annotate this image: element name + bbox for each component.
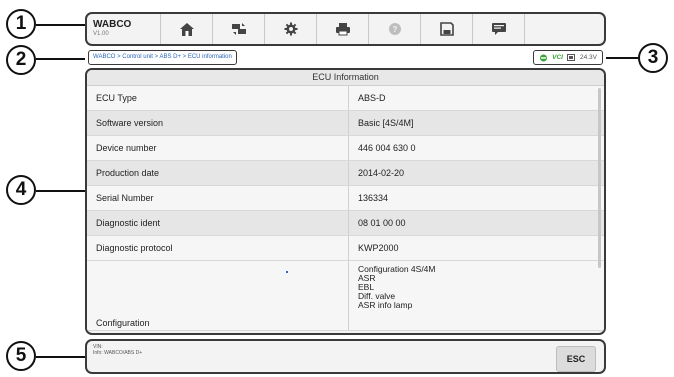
row-label: Serial Number [87, 186, 349, 210]
print-icon [335, 23, 350, 36]
battery-voltage: 24.3V [580, 54, 597, 61]
brand-version: V1.00 [93, 31, 109, 37]
callout-1-line [36, 24, 85, 26]
home-button[interactable] [161, 14, 213, 44]
row-label: Production date [87, 161, 349, 185]
callout-3-line [605, 57, 638, 59]
table-row: Software version Basic [4S/4M] [87, 111, 604, 136]
home-icon [179, 22, 194, 36]
callout-4: 4 [6, 175, 36, 205]
network-icon [540, 54, 548, 61]
battery-icon [567, 54, 575, 61]
row-value: KWP2000 [358, 243, 399, 253]
save-button[interactable] [421, 14, 473, 44]
callout-5: 5 [6, 341, 36, 371]
callout-5-line [36, 356, 85, 358]
data-log-button[interactable] [473, 14, 525, 44]
config-value: Configuration 4S/4M [358, 264, 436, 274]
callout-1: 1 [6, 9, 36, 39]
callout-3: 3 [638, 43, 668, 73]
svg-text:?: ? [392, 25, 397, 34]
vci-status: VCI [552, 54, 563, 61]
footer-bar: VIN: Info: WABCO/ABS D+ ESC [85, 339, 606, 374]
row-value: Basic [4S/4M] [358, 118, 414, 128]
config-label-cell: Configuration [87, 261, 349, 330]
breadcrumb[interactable]: WABCO > Control unit > ABS D+ > ECU info… [88, 50, 237, 65]
row-label: Device number [87, 136, 349, 160]
table-row: Serial Number 136334 [87, 186, 604, 211]
callout-3-number: 3 [647, 47, 659, 68]
row-label: Diagnostic protocol [87, 236, 349, 260]
table-row: Device number 446 004 630 0 [87, 136, 604, 161]
vehicle-swap-icon [231, 23, 246, 35]
settings-icon [284, 22, 297, 36]
row-label: Configuration [96, 318, 150, 328]
info-label: Info: WABCO/ABS D+ [93, 350, 143, 356]
brand-name: WABCO [93, 19, 132, 30]
save-icon [439, 22, 454, 36]
callout-4-number: 4 [15, 179, 27, 200]
callout-2: 2 [6, 45, 36, 75]
footer-info: VIN: Info: WABCO/ABS D+ [93, 344, 142, 356]
top-toolbar: WABCO V1.00 ? [85, 12, 606, 46]
row-label: ECU Type [87, 86, 349, 110]
help-icon: ? [388, 23, 401, 35]
table-row-configuration: Configuration Configuration 4S/4M ASR EB… [87, 261, 604, 331]
row-label: Software version [87, 111, 349, 135]
config-values: Configuration 4S/4M ASR EBL Diff. valve … [349, 261, 604, 330]
print-button[interactable] [317, 14, 369, 44]
table-row: Production date 2014-02-20 [87, 161, 604, 186]
status-indicators: VCI 24.3V [533, 50, 603, 65]
breadcrumb-bar: WABCO > Control unit > ABS D+ > ECU info… [85, 49, 606, 66]
table-scrollbar[interactable] [598, 88, 601, 268]
row-value: 136334 [358, 193, 389, 203]
help-button[interactable]: ? [369, 14, 421, 44]
row-value: 2014-02-20 [358, 168, 405, 178]
brand-block: WABCO V1.00 [87, 14, 161, 44]
config-value: ASR [358, 273, 376, 283]
table-row: Diagnostic protocol KWP2000 [87, 236, 604, 261]
callout-1-number: 1 [15, 13, 27, 34]
ecu-information-panel: ECU Information ECU Type ABS-D Software … [85, 68, 606, 335]
table-row: Diagnostic ident 08 01 00 00 [87, 211, 604, 236]
callout-5-number: 5 [15, 345, 27, 366]
ecu-info-table: ECU Type ABS-D Software version Basic [4… [87, 86, 604, 331]
callout-2-line [36, 58, 89, 60]
data-log-icon [491, 23, 506, 35]
table-row: ECU Type ABS-D [87, 86, 604, 111]
settings-button[interactable] [265, 14, 317, 44]
cursor-dot [286, 271, 288, 273]
callout-2-number: 2 [15, 49, 27, 70]
config-value: ASR info lamp [358, 300, 413, 310]
table-title: ECU Information [87, 70, 604, 86]
row-value: 446 004 630 0 [358, 143, 416, 153]
callout-4-line [36, 190, 85, 192]
row-value: 08 01 00 00 [358, 218, 406, 228]
esc-button[interactable]: ESC [556, 346, 596, 372]
vehicle-swap-button[interactable] [213, 14, 265, 44]
row-label: Diagnostic ident [87, 211, 349, 235]
row-value: ABS-D [358, 93, 386, 103]
